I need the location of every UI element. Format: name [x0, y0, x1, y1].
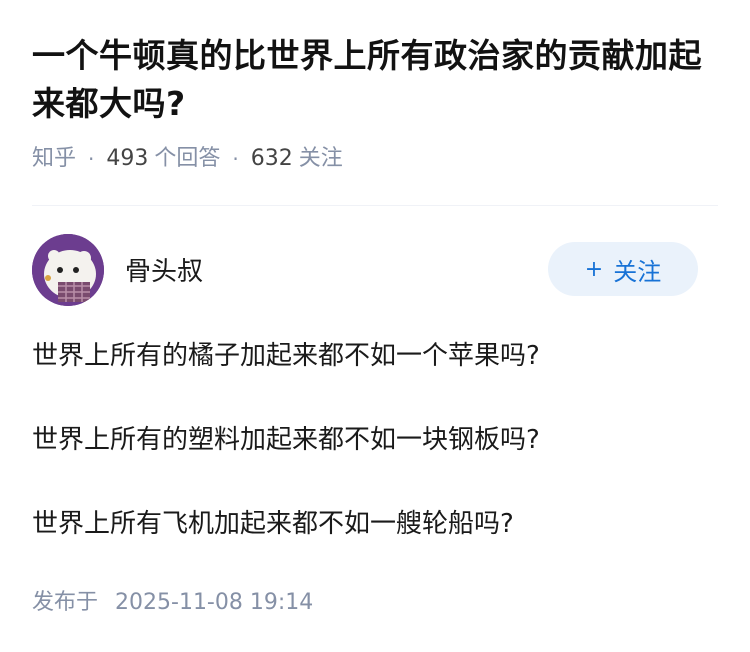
publish-time: 发布于 2025-11-08 19:14 [32, 584, 313, 616]
answer-card: 骨头叔 + 关注 世界上所有的橘子加起来都不如一个苹果吗? 世界上所有的塑料加起… [0, 201, 750, 587]
answer-count-label[interactable]: 个回答 [154, 144, 220, 174]
plus-icon: + [584, 256, 604, 282]
avatar-image [32, 234, 104, 306]
author-row: 骨头叔 + 关注 [32, 201, 718, 306]
answer-count: 493 [106, 146, 149, 171]
follow-button-label: 关注 [613, 257, 662, 286]
follower-count: 632 [250, 146, 293, 171]
source-label[interactable]: 知乎 [32, 144, 76, 174]
question-meta: 知乎 · 493 个回答 · 632 关注 [32, 144, 718, 174]
answer-paragraph: 世界上所有飞机加起来都不如一艘轮船吗? [32, 509, 514, 539]
author-name[interactable]: 骨头叔 [125, 251, 203, 288]
answer-content[interactable]: 世界上所有的橘子加起来都不如一个苹果吗? 世界上所有的塑料加起来都不如一块钢板吗… [32, 335, 718, 545]
question-header: 一个牛顿真的比世界上所有政治家的贡献加起来都大吗? 知乎 · 493 个回答 ·… [0, 0, 750, 206]
follow-button[interactable]: + 关注 [548, 242, 698, 296]
publish-timestamp: 2025-11-08 19:14 [115, 590, 314, 615]
answer-paragraph: 世界上所有的塑料加起来都不如一块钢板吗? [32, 425, 540, 455]
separator-dot: · [88, 147, 95, 171]
publish-label: 发布于 [32, 590, 99, 615]
follower-count-label[interactable]: 关注 [299, 144, 343, 174]
separator-dot: · [232, 147, 239, 171]
avatar[interactable] [32, 234, 104, 306]
answer-paragraph: 世界上所有的橘子加起来都不如一个苹果吗? [32, 341, 540, 371]
question-title[interactable]: 一个牛顿真的比世界上所有政治家的贡献加起来都大吗? [32, 32, 718, 128]
